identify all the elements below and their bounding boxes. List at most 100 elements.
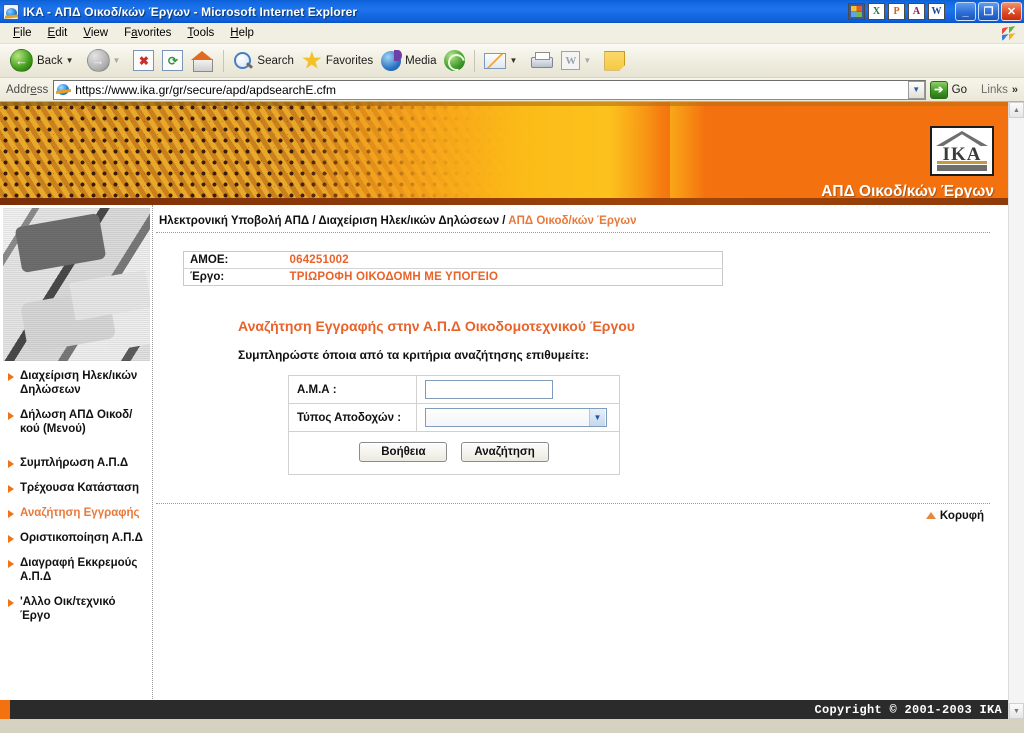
bullet-icon <box>8 599 14 607</box>
office-shortcut-bar[interactable]: X P A W <box>848 3 945 20</box>
mail-dropdown-icon[interactable]: ▼ <box>509 56 517 65</box>
mail-icon <box>484 52 507 69</box>
sidebar-item-diagrafi[interactable]: Διαγραφή Εκκρεμούς Α.Π.Δ <box>6 556 148 584</box>
address-dropdown-icon[interactable]: ▼ <box>907 80 925 99</box>
forward-dropdown-icon[interactable]: ▼ <box>113 56 121 65</box>
toolbar-separator <box>223 49 225 72</box>
back-to-top-label: Κορυφή <box>939 510 984 522</box>
copyright-text: Copyright © 2001-2003 IKA <box>814 702 1002 717</box>
ama-field-cell <box>416 375 620 404</box>
banner-bottom-bar <box>0 198 1008 205</box>
bullet-icon <box>8 560 14 568</box>
maximize-button[interactable]: ❐ <box>978 2 999 21</box>
forward-icon: → <box>86 49 110 72</box>
ergo-value: ΤΡΙΩΡΟΦΗ ΟΙΚΟΔΟΜΗ ΜΕ ΥΠΟΓΕΙΟ <box>289 271 499 283</box>
notes-icon <box>604 50 626 71</box>
form-row-buttons: Βοήθεια Αναζήτηση <box>288 431 620 475</box>
sidebar-item-label: Αναζήτηση Εγγραφής <box>20 507 140 519</box>
menu-favorites[interactable]: Favorites <box>116 25 179 41</box>
close-button[interactable]: ✕ <box>1001 2 1022 21</box>
banner-top-edge <box>0 102 1008 106</box>
sidebar-item-symplirosi[interactable]: Συμπλήρωση Α.Π.Δ <box>6 456 148 470</box>
browser-viewport: IKA ΑΠΔ Οικοδ/κών Έργων Διαχείριση Ηλεκ/… <box>0 102 1024 719</box>
minimize-button[interactable]: _ <box>955 2 976 21</box>
breadcrumb-part-2[interactable]: Διαχείριση Ηλεκ/ικών Δηλώσεων <box>318 215 499 227</box>
ika-logo: IKA <box>930 126 994 176</box>
web-page: IKA ΑΠΔ Οικοδ/κών Έργων Διαχείριση Ηλεκ/… <box>0 102 1008 719</box>
bullet-icon <box>8 510 14 518</box>
help-button[interactable]: Βοήθεια <box>359 442 448 462</box>
back-dropdown-icon[interactable]: ▼ <box>66 56 74 65</box>
sidebar-item-oristikopoiisi[interactable]: Οριστικοποίηση Α.Π.Δ <box>6 531 148 545</box>
chevron-down-icon[interactable]: ▼ <box>589 409 605 426</box>
up-triangle-icon <box>925 512 936 520</box>
sidebar-item-anazitisi-eggrafis[interactable]: Αναζήτηση Εγγραφής <box>6 506 148 520</box>
office-shortcut-bar-icon[interactable] <box>848 3 865 20</box>
forward-button[interactable]: → ▼ <box>83 47 130 75</box>
sidebar-item-diaxeirisi[interactable]: Διαχείριση Ηλεκ/ικών Δηλώσεων <box>6 369 148 397</box>
stop-icon: ✖ <box>133 50 155 71</box>
search-submit-button[interactable]: Αναζήτηση <box>460 442 549 462</box>
favorites-button[interactable]: Favorites <box>298 47 377 75</box>
page-title: Αναζήτηση Εγγραφής στην Α.Π.Δ Οικοδομοτε… <box>238 318 635 334</box>
address-bar: Address https://www.ika.gr/gr/secure/apd… <box>0 78 1024 102</box>
search-form: Α.Μ.Α : Τύπος Αποδοχών : ▼ Βοήθεια Αναζή… <box>288 375 620 475</box>
back-button[interactable]: ← Back ▼ <box>6 47 83 75</box>
page-scrollbar[interactable]: ▲ ▼ <box>1008 102 1024 719</box>
project-info-table: ΑΜΟΕ: 064251002 Έργο: ΤΡΙΩΡΟΦΗ ΟΙΚΟΔΟΜΗ … <box>183 251 723 286</box>
back-to-top-link[interactable]: Κορυφή <box>153 510 984 522</box>
sidebar-item-allo-ergo[interactable]: 'Αλλο Οικ/τεχνικό Έργο <box>6 595 148 623</box>
address-input[interactable]: https://www.ika.gr/gr/secure/apd/apdsear… <box>53 79 926 100</box>
form-instructions: Συμπληρώστε όποια από τα κριτήρια αναζήτ… <box>238 348 590 362</box>
main-content: Ηλεκτρονική Υποβολή ΑΠΔ / Διαχείριση Ηλε… <box>153 205 1008 703</box>
windows-flag-icon <box>1000 25 1018 42</box>
bullet-icon <box>8 460 14 468</box>
ergo-label: Έργο: <box>190 271 225 283</box>
menu-file[interactable]: File <box>5 25 40 41</box>
ama-input[interactable] <box>425 380 553 399</box>
excel-icon[interactable]: X <box>868 3 885 20</box>
scrollbar-track[interactable] <box>1009 118 1024 703</box>
edit-button[interactable]: W ▼ <box>557 47 600 75</box>
form-row-type: Τύπος Αποδοχών : ▼ <box>288 403 620 432</box>
type-field-cell: ▼ <box>416 403 620 432</box>
sidebar-item-label: Οριστικοποίηση Α.Π.Δ <box>20 532 143 544</box>
media-label: Media <box>405 54 437 67</box>
search-label: Search <box>257 54 294 67</box>
scroll-up-button[interactable]: ▲ <box>1009 102 1024 118</box>
breadcrumb-part-1[interactable]: Ηλεκτρονική Υποβολή ΑΠΔ <box>159 215 309 227</box>
home-button[interactable] <box>187 47 218 75</box>
type-select[interactable]: ▼ <box>425 408 607 427</box>
menu-edit[interactable]: Edit <box>40 25 76 41</box>
links-label[interactable]: Links <box>981 84 1008 96</box>
scroll-down-button[interactable]: ▼ <box>1009 703 1024 719</box>
logo-base-bars <box>937 161 987 171</box>
sidebar-item-label: Διαχείριση Ηλεκ/ικών Δηλώσεων <box>20 370 138 396</box>
powerpoint-icon[interactable]: P <box>888 3 905 20</box>
menu-view[interactable]: View <box>75 25 116 41</box>
mail-button[interactable]: ▼ <box>480 47 526 75</box>
address-url-text: https://www.ika.gr/gr/secure/apd/apdsear… <box>75 82 336 97</box>
media-icon <box>381 49 403 71</box>
toolbar-separator-2 <box>474 49 476 72</box>
menu-tools[interactable]: Tools <box>179 25 222 41</box>
history-icon <box>444 50 466 71</box>
search-button[interactable]: Search <box>229 47 297 75</box>
history-button[interactable] <box>440 47 469 75</box>
print-button[interactable] <box>526 47 557 75</box>
notes-button[interactable] <box>600 47 629 75</box>
page-footer: Copyright © 2001-2003 IKA <box>0 700 1008 719</box>
links-chevron-icon[interactable]: » <box>1012 84 1018 96</box>
menu-help[interactable]: Help <box>222 25 262 41</box>
word-icon[interactable]: W <box>928 3 945 20</box>
stop-button[interactable]: ✖ <box>129 47 158 75</box>
edit-dropdown-icon[interactable]: ▼ <box>583 56 591 65</box>
address-label: Address <box>6 83 49 96</box>
media-button[interactable]: Media <box>377 47 440 75</box>
sidebar-item-trexousa[interactable]: Τρέχουσα Κατάσταση <box>6 481 148 495</box>
window-title-bar: IKA - ΑΠΔ Οικοδ/κών Έργων - Microsoft In… <box>0 0 1024 23</box>
go-button[interactable]: ➔ Go <box>926 80 973 99</box>
access-icon[interactable]: A <box>908 3 925 20</box>
sidebar-item-dilosi-apd[interactable]: Δήλωση ΑΠΔ Οικοδ/κού (Μενού) <box>6 408 148 436</box>
refresh-button[interactable]: ⟳ <box>158 47 187 75</box>
